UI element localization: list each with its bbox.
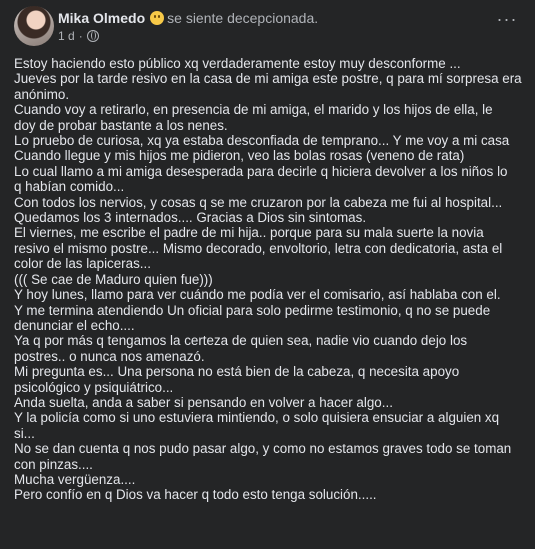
post-text-line: Quedamos los 3 internados.... Gracias a …	[14, 210, 367, 226]
post-text-line: Mucha vergüenza....	[14, 471, 136, 487]
post-text-line: color de las lapiceras...	[14, 256, 151, 272]
post-text-line: denunciar el echo....	[14, 317, 135, 333]
post-text-line: Mi pregunta es... Una persona no está bi…	[14, 364, 460, 380]
post-header: Mika Olmedo se siente decepcionada. 1 d · …	[14, 6, 521, 46]
feeling-text: se siente decepcionada.	[167, 10, 319, 26]
post-text-line: Lo cual llamo a mi amiga desesperada par…	[14, 163, 508, 179]
post-text-line: con pinzas....	[14, 456, 93, 472]
post-text-line: doy de probar bastante a los nenes.	[14, 117, 228, 133]
post-text-line: El viernes, me escribe el padre de mi hi…	[14, 225, 484, 241]
author-line: Mika Olmedo se siente decepcionada.	[58, 9, 318, 27]
post-text-line: anónimo.	[14, 86, 70, 102]
post-text-line: Y hoy lunes, llamo para ver cuándo me po…	[14, 287, 501, 303]
post-text-line: Jueves por la tarde resivo en la casa de…	[14, 71, 522, 87]
disappointed-face-icon	[150, 11, 165, 25]
facebook-post: Mika Olmedo se siente decepcionada. 1 d · …	[0, 0, 535, 549]
more-options-button[interactable]: ···	[493, 10, 521, 32]
post-text-line: si...	[14, 425, 35, 441]
post-body: Estoy haciendo esto público xq verdadera…	[14, 56, 524, 503]
post-text-line: Y la policía como si uno estuviera minti…	[14, 410, 500, 426]
post-timestamp[interactable]: 1 d	[58, 29, 75, 43]
post-text-line: Y me termina atendiendo Un oficial para …	[14, 302, 491, 318]
post-text-line: Pero confío en q Dios va hacer q todo es…	[14, 487, 377, 503]
post-text-line: Lo pruebo de curiosa, xq ya estaba desco…	[14, 133, 510, 149]
meta-separator: ·	[78, 29, 83, 43]
post-text-line: postres.. o nunca nos amenazó.	[14, 348, 205, 364]
post-text-line: No se dan cuenta q nos pudo pasar algo, …	[14, 441, 512, 457]
post-text-line: Estoy haciendo esto público xq verdadera…	[14, 56, 461, 71]
post-text-line: Anda suelta, anda a saber si pensando en…	[14, 394, 393, 410]
post-text-line: Con todos los nervios, y cosas q se me c…	[14, 194, 503, 210]
post-text-line: resivo el mismo postre... Mismo decorado…	[14, 240, 503, 256]
post-text-line: Ya q por más q tengamos la certeza de qu…	[14, 333, 468, 349]
post-text-line: q habían comido...	[14, 179, 125, 195]
author-name[interactable]: Mika Olmedo	[58, 10, 145, 26]
post-text-line: ((( Se cae de Maduro quien fue)))	[14, 271, 213, 287]
post-meta: 1 d ·	[58, 29, 99, 43]
post-text-line: Cuando llegue y mis hijos me pidieron, v…	[14, 148, 465, 164]
globe-icon[interactable]	[86, 30, 99, 42]
avatar[interactable]	[14, 6, 54, 46]
post-text-line: Cuando voy a retirarlo, en presencia de …	[14, 102, 493, 118]
post-text-line: psicológico y psiquiátrico...	[14, 379, 174, 395]
